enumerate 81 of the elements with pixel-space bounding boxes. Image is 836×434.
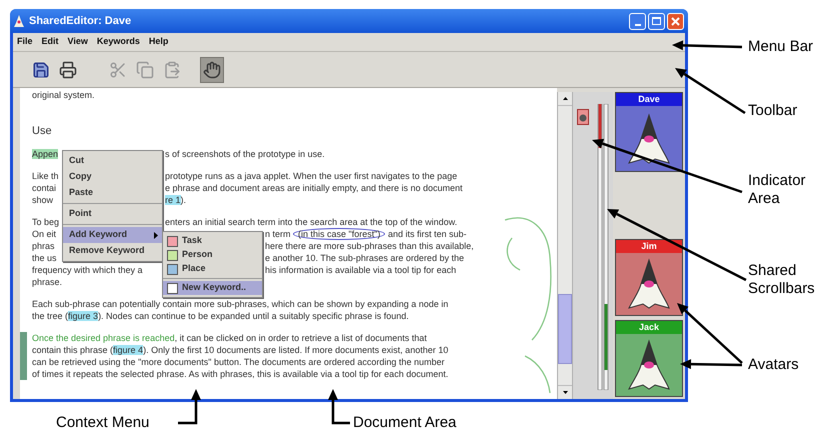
callout-label: Avatars: [748, 356, 799, 374]
toolbar-button[interactable]: [200, 56, 224, 82]
maximize-button[interactable]: [648, 12, 665, 30]
text-line: re 1).: [165, 194, 186, 206]
document-area[interactable]: [20, 88, 557, 399]
hand-icon: [203, 60, 221, 78]
figure-link[interactable]: re 1: [165, 195, 181, 205]
figure-link[interactable]: figure 4: [113, 345, 144, 355]
callout-label: Shared Scrollbars: [748, 262, 816, 298]
text-line: enters an initial search term into the search area at the top of the window.: [165, 216, 458, 228]
context-menu-item[interactable]: Point: [63, 206, 162, 222]
up-arrow-icon: [562, 97, 568, 100]
close-button[interactable]: [667, 12, 684, 30]
context-menu-item[interactable]: Add Keyword: [63, 227, 162, 243]
callout-label: Toolbar: [748, 102, 798, 120]
mascot-drawing: [627, 112, 671, 164]
context-menu-item[interactable]: Cut: [63, 153, 162, 169]
figure-link[interactable]: figure 3: [68, 311, 98, 321]
context-menu-item[interactable]: Copy: [63, 169, 162, 185]
close-icon: [671, 16, 680, 26]
callout-label: Indicator Area: [748, 172, 807, 208]
text-line: of times it repeats the selected phrase. As with phrases, this is available via a tool tip for each document.: [32, 368, 448, 380]
ink-circled-phrase: (in this case "forest"): [293, 228, 386, 240]
callout-label: Menu Bar: [748, 38, 814, 56]
text-line: phrase.: [32, 276, 62, 288]
text-line: the us: [32, 252, 57, 264]
text-line: phras: [32, 240, 55, 252]
keyword-menu-item[interactable]: Task: [163, 234, 262, 248]
text-line: frequency with which they a: [32, 264, 143, 276]
text-line: Like th: [32, 170, 59, 182]
keyword-menu-item[interactable]: Place: [163, 262, 262, 276]
text-line: e another 10. The sub-phrases are ordered by the: [265, 252, 464, 264]
menu-item[interactable]: Keywords: [96, 35, 140, 49]
callout-arrow: [672, 40, 742, 50]
callout-arrow: [328, 389, 350, 424]
text-line: show: [32, 194, 54, 206]
callout-label: Context Menu: [56, 414, 150, 432]
text-line: here there are more sub-phrases than this available,: [265, 240, 474, 252]
menu-item[interactable]: File: [17, 35, 33, 49]
text-line: e phrase and document areas are initially empty, and there is no document: [165, 182, 463, 194]
avatar-name: Jack: [616, 321, 682, 334]
app-icon: [14, 14, 24, 28]
text-line: Once the desired phrase is reached, it can be clicked on in order to retrieve a list of documents that: [32, 332, 427, 344]
callout-arrow: [675, 68, 746, 114]
menu-item[interactable]: View: [68, 35, 88, 49]
avatar-name: Jim: [616, 240, 682, 253]
mascot-drawing: [627, 339, 671, 391]
copy-icon: [136, 60, 154, 78]
submenu-arrow-icon: [154, 232, 158, 238]
text-line: Each sub-phrase can potentially contain more sub-phrases, which can be shown by expanding a node in: [32, 298, 448, 310]
context-menu-item[interactable]: Paste: [63, 185, 162, 201]
printer-icon: [59, 60, 77, 78]
text-line: can be retrieved using the "more documents" button. The documents are ordered according the number: [32, 356, 444, 368]
callout-label: Document Area: [353, 414, 456, 432]
text-line: his information is available via a tool tip for each: [265, 264, 456, 276]
scissors-icon: [109, 60, 127, 78]
text-line: On eit: [32, 228, 56, 240]
window-title: SharedEditor: Dave: [29, 14, 132, 29]
text-line: contai: [32, 182, 56, 194]
avatar-name: Dave: [616, 93, 682, 106]
clipboard-icon: [163, 60, 181, 78]
keyword-menu-item[interactable]: New Keyword..: [163, 281, 262, 295]
callout-arrow: [178, 389, 201, 424]
keyword-menu-item[interactable]: Person: [163, 248, 262, 262]
down-arrow-icon: [562, 391, 568, 394]
text-line: original system.: [32, 89, 95, 101]
text-line: s of screenshots of the prototype in use.: [165, 148, 325, 160]
text-line: n term (in this case "forest") and its first ten sub-: [265, 228, 466, 240]
context-menu-item[interactable]: Remove Keyword: [63, 243, 162, 259]
text-line: To beg: [32, 216, 60, 228]
menu-item[interactable]: Help: [148, 35, 168, 49]
mascot-drawing: [627, 258, 671, 310]
menu-item[interactable]: Edit: [42, 35, 59, 49]
text-line: prototype runs as a java applet. When the user first navigates to the page: [165, 170, 458, 182]
scrollbar[interactable]: [557, 92, 573, 399]
text-line: the tree (figure 3). Nodes can continue to be expanded until a suitably specific phrase is found.: [32, 310, 409, 322]
scroll-thumb[interactable]: [558, 294, 572, 364]
section-heading: Use: [32, 124, 52, 138]
change-bar: [20, 332, 27, 380]
minimize-button[interactable]: [629, 12, 646, 30]
text-line: contain this phrase (figure 4). Only the first 10 documents are listed. If more documents exist, another 10: [32, 344, 448, 356]
